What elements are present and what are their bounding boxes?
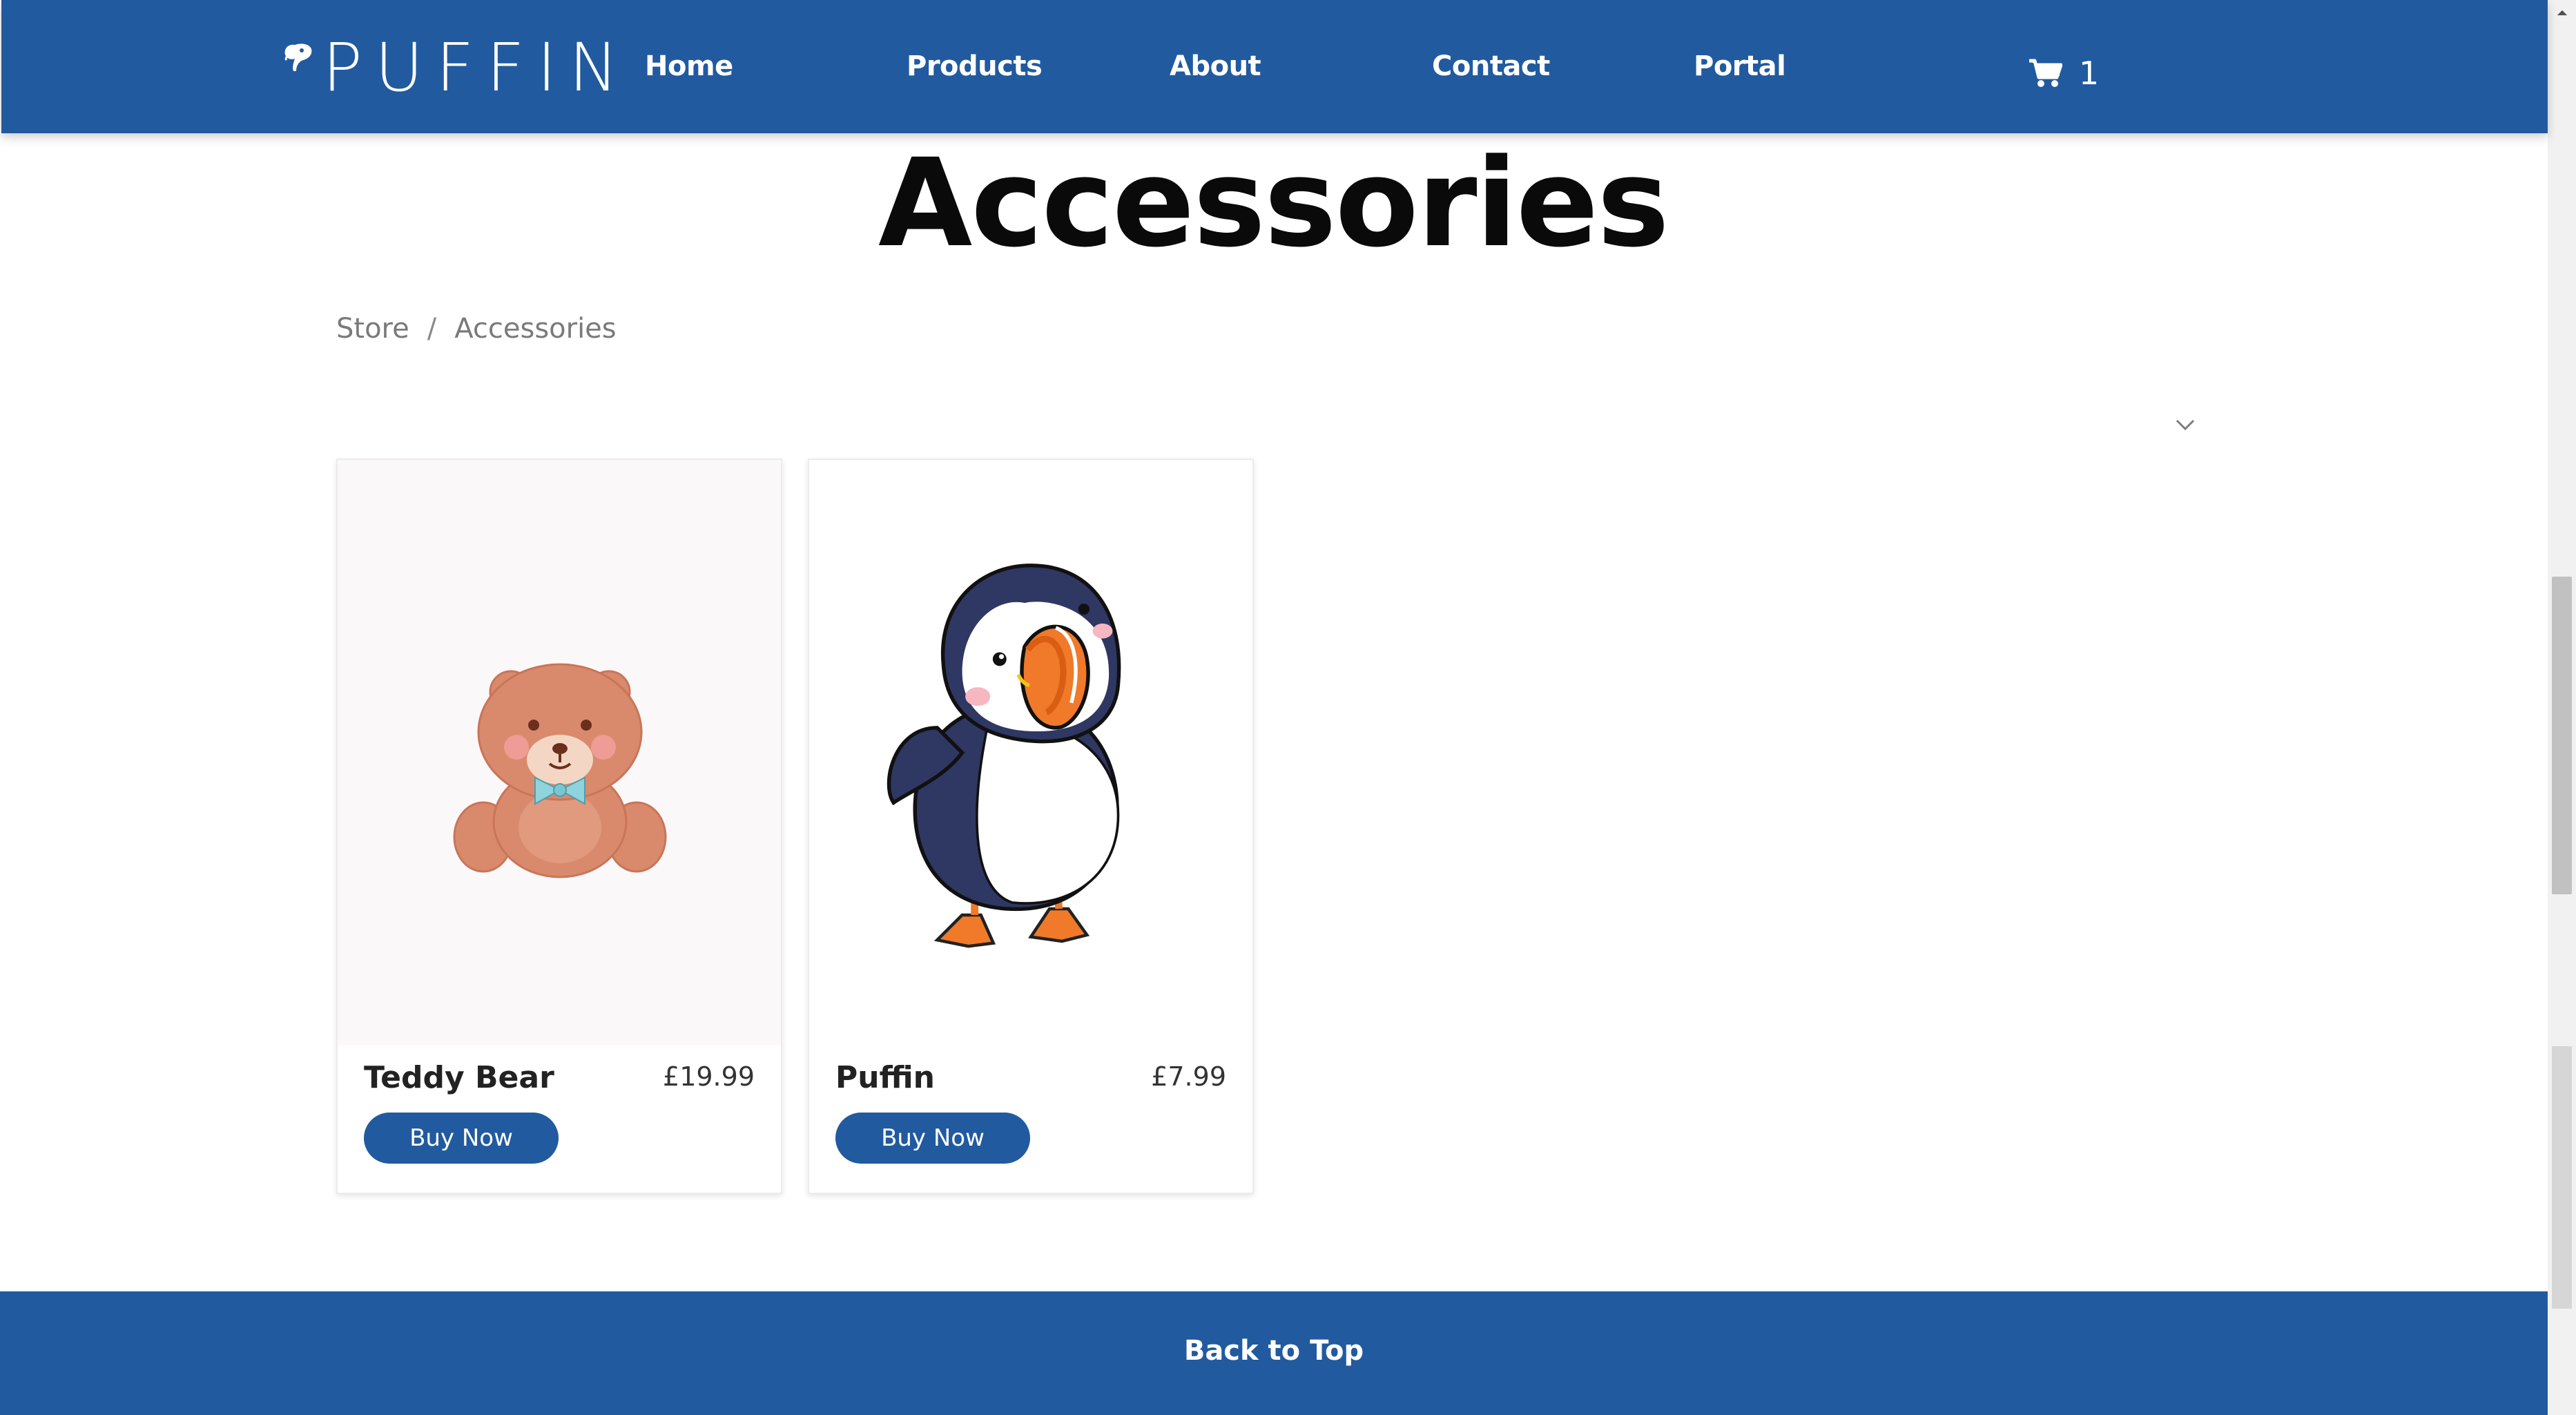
breadcrumb-current: Accessories bbox=[454, 313, 617, 345]
page-title: Accessories bbox=[878, 133, 1669, 274]
back-to-top-link[interactable]: Back to Top bbox=[0, 1333, 2548, 1369]
scroll-up-arrow-icon[interactable] bbox=[2548, 0, 2576, 25]
breadcrumb-store[interactable]: Store bbox=[336, 309, 409, 348]
logo-link[interactable]: PUFFIN bbox=[281, 33, 631, 102]
product-card-teddy-bear[interactable]: Teddy Bear £19.99 Buy Now bbox=[336, 459, 782, 1194]
product-price: £19.99 bbox=[663, 1061, 755, 1092]
buy-now-button[interactable]: Buy Now bbox=[364, 1113, 559, 1164]
site-footer: Back to Top bbox=[0, 1291, 2548, 1415]
site-header: PUFFIN Home Products About Contact Porta… bbox=[1, 0, 2548, 133]
cart-link[interactable]: 1 bbox=[2028, 55, 2099, 91]
cart-count: 1 bbox=[2079, 55, 2100, 92]
scrollbar-track[interactable] bbox=[2552, 1046, 2572, 1309]
page: PUFFIN Home Products About Contact Porta… bbox=[0, 0, 2576, 1415]
puffin-image bbox=[887, 564, 1121, 948]
product-name[interactable]: Puffin bbox=[835, 1057, 935, 1099]
breadcrumb: Store / Accessories bbox=[336, 309, 617, 348]
sort-dropdown[interactable] bbox=[2171, 411, 2199, 439]
nav-contact[interactable]: Contact bbox=[1432, 48, 1550, 84]
product-image[interactable] bbox=[338, 460, 781, 1046]
nav-about[interactable]: About bbox=[1170, 48, 1261, 84]
product-image[interactable] bbox=[809, 460, 1252, 1046]
vertical-scrollbar[interactable] bbox=[2548, 0, 2576, 1415]
cart-icon bbox=[2029, 59, 2062, 87]
scrollbar-thumb[interactable] bbox=[2552, 577, 2572, 894]
puffin-logo-icon bbox=[284, 44, 312, 71]
buy-now-button[interactable]: Buy Now bbox=[835, 1113, 1030, 1164]
breadcrumb-separator: / bbox=[427, 313, 437, 345]
nav-home[interactable]: Home bbox=[645, 48, 733, 84]
product-name[interactable]: Teddy Bear bbox=[364, 1057, 554, 1099]
chevron-down-icon bbox=[2176, 419, 2195, 431]
logo-text: PUFFIN bbox=[322, 29, 631, 106]
teddy-bear-image bbox=[453, 663, 667, 878]
nav-portal[interactable]: Portal bbox=[1694, 48, 1786, 84]
product-price: £7.99 bbox=[1151, 1061, 1226, 1092]
product-card-puffin[interactable]: Puffin £7.99 Buy Now bbox=[808, 459, 1254, 1194]
nav-products[interactable]: Products bbox=[907, 48, 1043, 84]
